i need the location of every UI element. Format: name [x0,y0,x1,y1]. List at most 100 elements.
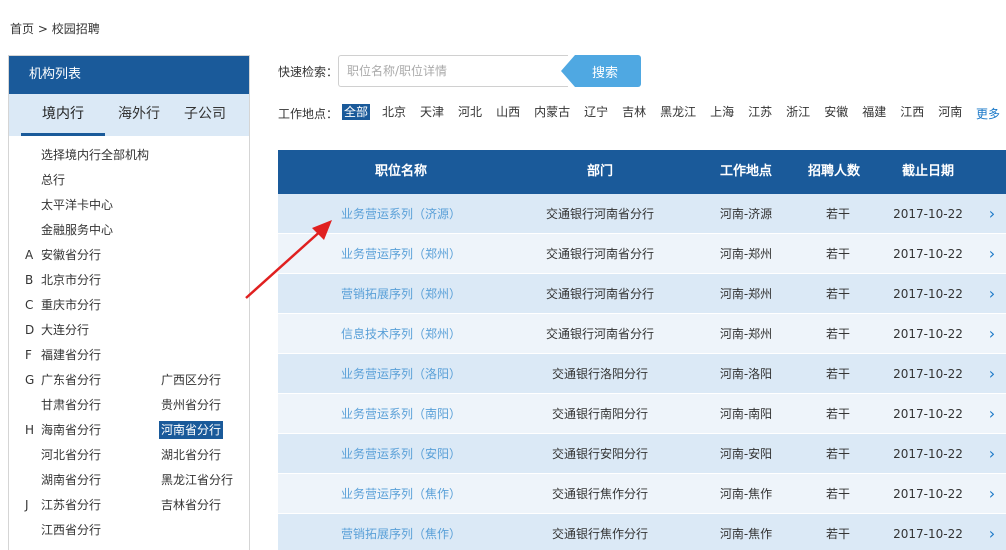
location-option[interactable]: 吉林 [620,104,648,120]
table-row[interactable]: 业务营运序列（焦作） 交通银行焦作分行 河南-焦作 若干 2017-10-22 › [278,474,1006,514]
org-item[interactable]: 湖南省分行 [41,471,101,489]
location-option[interactable]: 浙江 [784,104,812,120]
table-row[interactable]: 业务营运系列（济源） 交通银行河南省分行 河南-济源 若干 2017-10-22 › [278,194,1006,234]
job-deadline: 2017-10-22 [893,207,963,221]
sidebar-tabs: 境内行 海外行 子公司 [9,94,249,136]
chevron-right-icon[interactable]: › [982,274,1002,314]
search-label: 快速检索： [278,65,339,79]
job-count: 若干 [825,287,850,301]
location-filter: 全部 北京 天津 河北 山西 内蒙古 辽宁 吉林 黑龙江 上海 江苏 浙江 安徽 福建 江西 河南 [342,104,974,122]
job-title-link[interactable]: 业务营运序列（焦作） [278,474,524,514]
org-item[interactable]: 海南省分行 [41,421,101,439]
org-item[interactable]: 安徽省分行 [41,246,101,264]
org-item[interactable]: 金融服务中心 [41,221,113,239]
job-location: 河南-焦作 [719,487,773,501]
location-option-all[interactable]: 全部 [342,104,371,120]
chevron-right-icon[interactable]: › [982,514,1002,550]
org-item[interactable]: 江苏省分行 [41,496,101,514]
location-option[interactable]: 上海 [708,104,736,120]
job-count: 若干 [825,487,850,501]
job-title-link[interactable]: 营销拓展序列（郑州） [278,274,524,314]
location-option[interactable]: 安徽 [822,104,850,120]
org-item[interactable]: 重庆市分行 [41,296,101,314]
location-option[interactable]: 辽宁 [582,104,610,120]
location-option[interactable]: 江西 [898,104,926,120]
org-item[interactable]: 湖北省分行 [161,446,221,464]
job-department: 交通银行河南省分行 [545,207,654,221]
org-item[interactable]: 贵州省分行 [161,396,221,414]
table-row[interactable]: 信息技术序列（郑州） 交通银行河南省分行 河南-郑州 若干 2017-10-22 › [278,314,1006,354]
chevron-right-icon[interactable]: › [982,354,1002,394]
chevron-right-icon[interactable]: › [982,394,1002,434]
job-deadline: 2017-10-22 [893,367,963,381]
breadcrumb-current: 校园招聘 [51,22,100,36]
job-title-link[interactable]: 业务营运系列（济源） [278,194,524,234]
tab-overseas[interactable]: 海外行 [109,94,169,136]
breadcrumb-home[interactable]: 首页 [10,22,34,36]
chevron-right-icon[interactable]: › [982,234,1002,274]
table-row[interactable]: 业务营运序列（洛阳） 交通银行洛阳分行 河南-洛阳 若干 2017-10-22 › [278,354,1006,394]
location-option[interactable]: 北京 [380,104,408,120]
table-row[interactable]: 业务营运系列（南阳） 交通银行南阳分行 河南-南阳 若干 2017-10-22 › [278,394,1006,434]
location-option[interactable]: 江苏 [746,104,774,120]
location-more-link[interactable]: 更多 [976,105,1000,122]
job-title-link[interactable]: 信息技术序列（郑州） [278,314,524,354]
location-option[interactable]: 内蒙古 [532,104,572,120]
org-item-selected[interactable]: 河南省分行 [159,421,224,439]
job-count: 若干 [825,367,850,381]
org-letter: D [25,323,35,337]
org-letter: B [25,273,34,287]
chevron-right-icon[interactable]: › [982,194,1002,234]
header-deadline: 截止日期 [901,164,954,179]
job-table: 职位名称 部门 工作地点 招聘人数 截止日期 业务营运系列（济源） 交通银行河南省… [278,150,1006,550]
org-item[interactable]: 总行 [41,171,65,189]
location-option[interactable]: 天津 [418,104,446,120]
org-item[interactable]: 大连分行 [41,321,89,339]
org-letter: F [25,348,32,362]
tab-domestic[interactable]: 境内行 [21,94,105,136]
org-item[interactable]: 北京市分行 [41,271,101,289]
chevron-right-icon[interactable]: › [982,314,1002,354]
job-title-link[interactable]: 业务营运系列（安阳） [278,434,524,474]
org-item[interactable]: 太平洋卡中心 [41,196,113,214]
job-department: 交通银行焦作分行 [551,527,648,541]
chevron-right-icon[interactable]: › [982,474,1002,514]
job-deadline: 2017-10-22 [893,327,963,341]
table-row[interactable]: 营销拓展序列（焦作） 交通银行焦作分行 河南-焦作 若干 2017-10-22 › [278,514,1006,550]
org-item[interactable]: 江西省分行 [41,521,101,539]
search-input[interactable] [338,55,568,87]
location-option[interactable]: 黑龙江 [658,104,698,120]
job-count: 若干 [825,447,850,461]
job-count: 若干 [825,207,850,221]
org-item[interactable]: 甘肃省分行 [41,396,101,414]
org-item[interactable]: 黑龙江省分行 [161,471,233,489]
table-row[interactable]: 营销拓展序列（郑州） 交通银行河南省分行 河南-郑州 若干 2017-10-22 › [278,274,1006,314]
location-option[interactable]: 山西 [494,104,522,120]
location-option[interactable]: 福建 [860,104,888,120]
table-row[interactable]: 业务营运序列（郑州） 交通银行河南省分行 河南-郑州 若干 2017-10-22 › [278,234,1006,274]
location-option[interactable]: 河北 [456,104,484,120]
job-location: 河南-郑州 [719,327,773,341]
sidebar-title: 机构列表 [9,56,249,94]
job-count: 若干 [825,247,850,261]
table-row[interactable]: 业务营运系列（安阳） 交通银行安阳分行 河南-安阳 若干 2017-10-22 › [278,434,1006,474]
location-option[interactable]: 河南 [936,104,964,120]
job-title-link[interactable]: 营销拓展序列（焦作） [278,514,524,550]
org-item[interactable]: 选择境内行全部机构 [41,146,149,164]
org-item[interactable]: 福建省分行 [41,346,101,364]
chevron-right-icon[interactable]: › [982,434,1002,474]
job-title-link[interactable]: 业务营运序列（郑州） [278,234,524,274]
job-deadline: 2017-10-22 [893,407,963,421]
breadcrumb: 首页 > 校园招聘 [10,20,100,37]
breadcrumb-separator: > [37,22,48,36]
org-item[interactable]: 吉林省分行 [161,496,221,514]
org-letter: A [25,248,34,262]
org-item[interactable]: 河北省分行 [41,446,101,464]
org-item[interactable]: 广东省分行 [41,371,101,389]
job-title-link[interactable]: 业务营运系列（南阳） [278,394,524,434]
search-button[interactable]: 搜索 [561,55,641,87]
tab-subsidiary[interactable]: 子公司 [175,94,235,136]
org-letter: J [25,498,29,512]
org-item[interactable]: 广西区分行 [161,371,221,389]
job-title-link[interactable]: 业务营运序列（洛阳） [278,354,524,394]
